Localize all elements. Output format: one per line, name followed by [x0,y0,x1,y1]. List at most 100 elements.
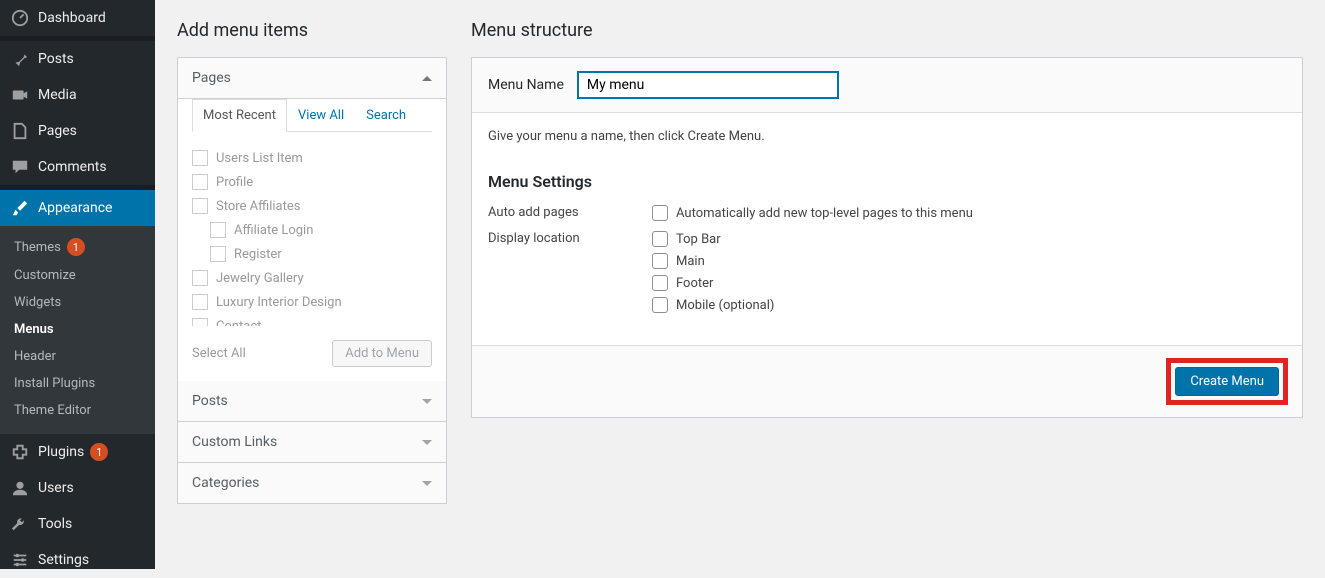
page-checkbox[interactable] [192,270,208,286]
pages-tabs: Most Recent View All Search [192,99,432,132]
display-location-label: Display location [488,231,652,313]
submenu-install-plugins[interactable]: Install Plugins [0,370,155,397]
add-menu-items-column: Add menu items Pages Most Recent View Al… [177,20,447,549]
chevron-down-icon [422,481,432,486]
menu-name-input[interactable] [578,72,838,98]
plugin-icon [10,442,30,462]
submenu-customize[interactable]: Customize [0,262,155,289]
sidebar-item-appearance[interactable]: Appearance [0,190,155,226]
location-option[interactable]: Main [652,253,774,269]
tab-most-recent[interactable]: Most Recent [192,99,287,132]
sidebar-item-dashboard[interactable]: Dashboard [0,0,155,36]
menu-name-row: Menu Name [472,58,1302,113]
sidebar-label: Comments [38,159,107,175]
page-checkbox[interactable] [192,294,208,310]
sidebar-item-posts[interactable]: Posts [0,41,155,77]
sidebar-label: Settings [38,552,89,568]
categories-accordion-header[interactable]: Categories [178,463,446,503]
page-check-item[interactable]: Affiliate Login [192,218,428,242]
main-content: Add menu items Pages Most Recent View Al… [155,0,1325,569]
menu-edit-panel: Menu Name Give your menu a name, then cl… [471,57,1303,418]
menu-structure-heading: Menu structure [471,20,1303,41]
location-checkbox[interactable] [652,231,668,247]
sidebar-item-plugins[interactable]: Plugins 1 [0,434,155,470]
page-check-item[interactable]: Contact [192,314,428,326]
pages-accordion-header[interactable]: Pages [178,58,446,99]
page-checkbox[interactable] [210,222,226,238]
sidebar-item-settings[interactable]: Settings [0,542,155,578]
select-all-link[interactable]: Select All [192,346,246,361]
pin-icon [10,49,30,69]
sidebar-label: Users [38,480,74,496]
page-check-item[interactable]: Luxury Interior Design [192,290,428,314]
page-checkbox[interactable] [192,198,208,214]
submenu-header[interactable]: Header [0,343,155,370]
sidebar-item-media[interactable]: Media [0,77,155,113]
dashboard-icon [10,8,30,28]
update-badge: 1 [67,238,85,256]
auto-add-checkbox[interactable] [652,205,668,221]
auto-add-label: Auto add pages [488,205,652,221]
tab-search[interactable]: Search [355,99,417,132]
chevron-up-icon [422,76,432,81]
media-icon [10,85,30,105]
metabox-container: Pages Most Recent View All Search Users … [177,57,447,504]
posts-accordion-header[interactable]: Posts [178,381,446,422]
page-checkbox[interactable] [192,150,208,166]
update-badge: 1 [90,443,108,461]
menu-instruction: Give your menu a name, then click Create… [488,129,1286,144]
wrench-icon [10,514,30,534]
sidebar-item-pages[interactable]: Pages [0,113,155,149]
add-to-menu-button[interactable]: Add to Menu [332,340,432,367]
submenu-widgets[interactable]: Widgets [0,289,155,316]
page-icon [10,121,30,141]
auto-add-option[interactable]: Automatically add new top-level pages to… [652,205,973,221]
page-checkbox[interactable] [210,246,226,262]
sidebar-item-comments[interactable]: Comments [0,149,155,185]
page-checkbox[interactable] [192,318,208,326]
sidebar-label: Media [38,87,77,103]
page-checkbox[interactable] [192,174,208,190]
sidebar-item-users[interactable]: Users [0,470,155,506]
sliders-icon [10,550,30,570]
appearance-submenu: Themes 1 Customize Widgets Menus Header … [0,226,155,434]
chevron-down-icon [422,440,432,445]
pages-accordion-body: Most Recent View All Search Users List I… [178,99,446,381]
location-checkbox[interactable] [652,253,668,269]
page-check-item[interactable]: Jewelry Gallery [192,266,428,290]
sidebar-label: Plugins [38,444,84,460]
page-check-item[interactable]: Store Affiliates [192,194,428,218]
location-option[interactable]: Mobile (optional) [652,297,774,313]
menu-body: Give your menu a name, then click Create… [472,113,1302,345]
page-check-item[interactable]: Profile [192,170,428,194]
add-items-heading: Add menu items [177,20,447,41]
pages-checklist[interactable]: Users List Item Profile Store Affiliates… [192,146,432,326]
location-option[interactable]: Top Bar [652,231,774,247]
menu-name-label: Menu Name [488,77,564,93]
tab-view-all[interactable]: View All [287,99,355,132]
location-checkbox[interactable] [652,275,668,291]
admin-sidebar: Dashboard Posts Media Pages Comments App… [0,0,155,569]
menu-structure-column: Menu structure Menu Name Give your menu … [471,20,1303,549]
location-option[interactable]: Footer [652,275,774,291]
location-checkbox[interactable] [652,297,668,313]
auto-add-row: Auto add pages Automatically add new top… [488,205,1286,221]
sidebar-label: Pages [38,123,77,139]
sidebar-label: Tools [38,516,72,532]
submenu-theme-editor[interactable]: Theme Editor [0,397,155,424]
create-menu-button[interactable]: Create Menu [1175,367,1279,396]
menu-footer: Create Menu [472,345,1302,417]
sidebar-label: Posts [38,51,74,67]
sidebar-item-tools[interactable]: Tools [0,506,155,542]
page-check-item[interactable]: Users List Item [192,146,428,170]
submenu-themes[interactable]: Themes 1 [0,232,155,262]
user-icon [10,478,30,498]
submenu-menus[interactable]: Menus [0,316,155,343]
display-location-row: Display location Top Bar Main Footer Mob… [488,231,1286,313]
menu-settings-heading: Menu Settings [488,172,1286,191]
create-menu-highlight: Create Menu [1166,358,1288,405]
sidebar-label: Dashboard [38,10,106,26]
custom-links-accordion-header[interactable]: Custom Links [178,422,446,463]
chevron-down-icon [422,399,432,404]
page-check-item[interactable]: Register [192,242,428,266]
